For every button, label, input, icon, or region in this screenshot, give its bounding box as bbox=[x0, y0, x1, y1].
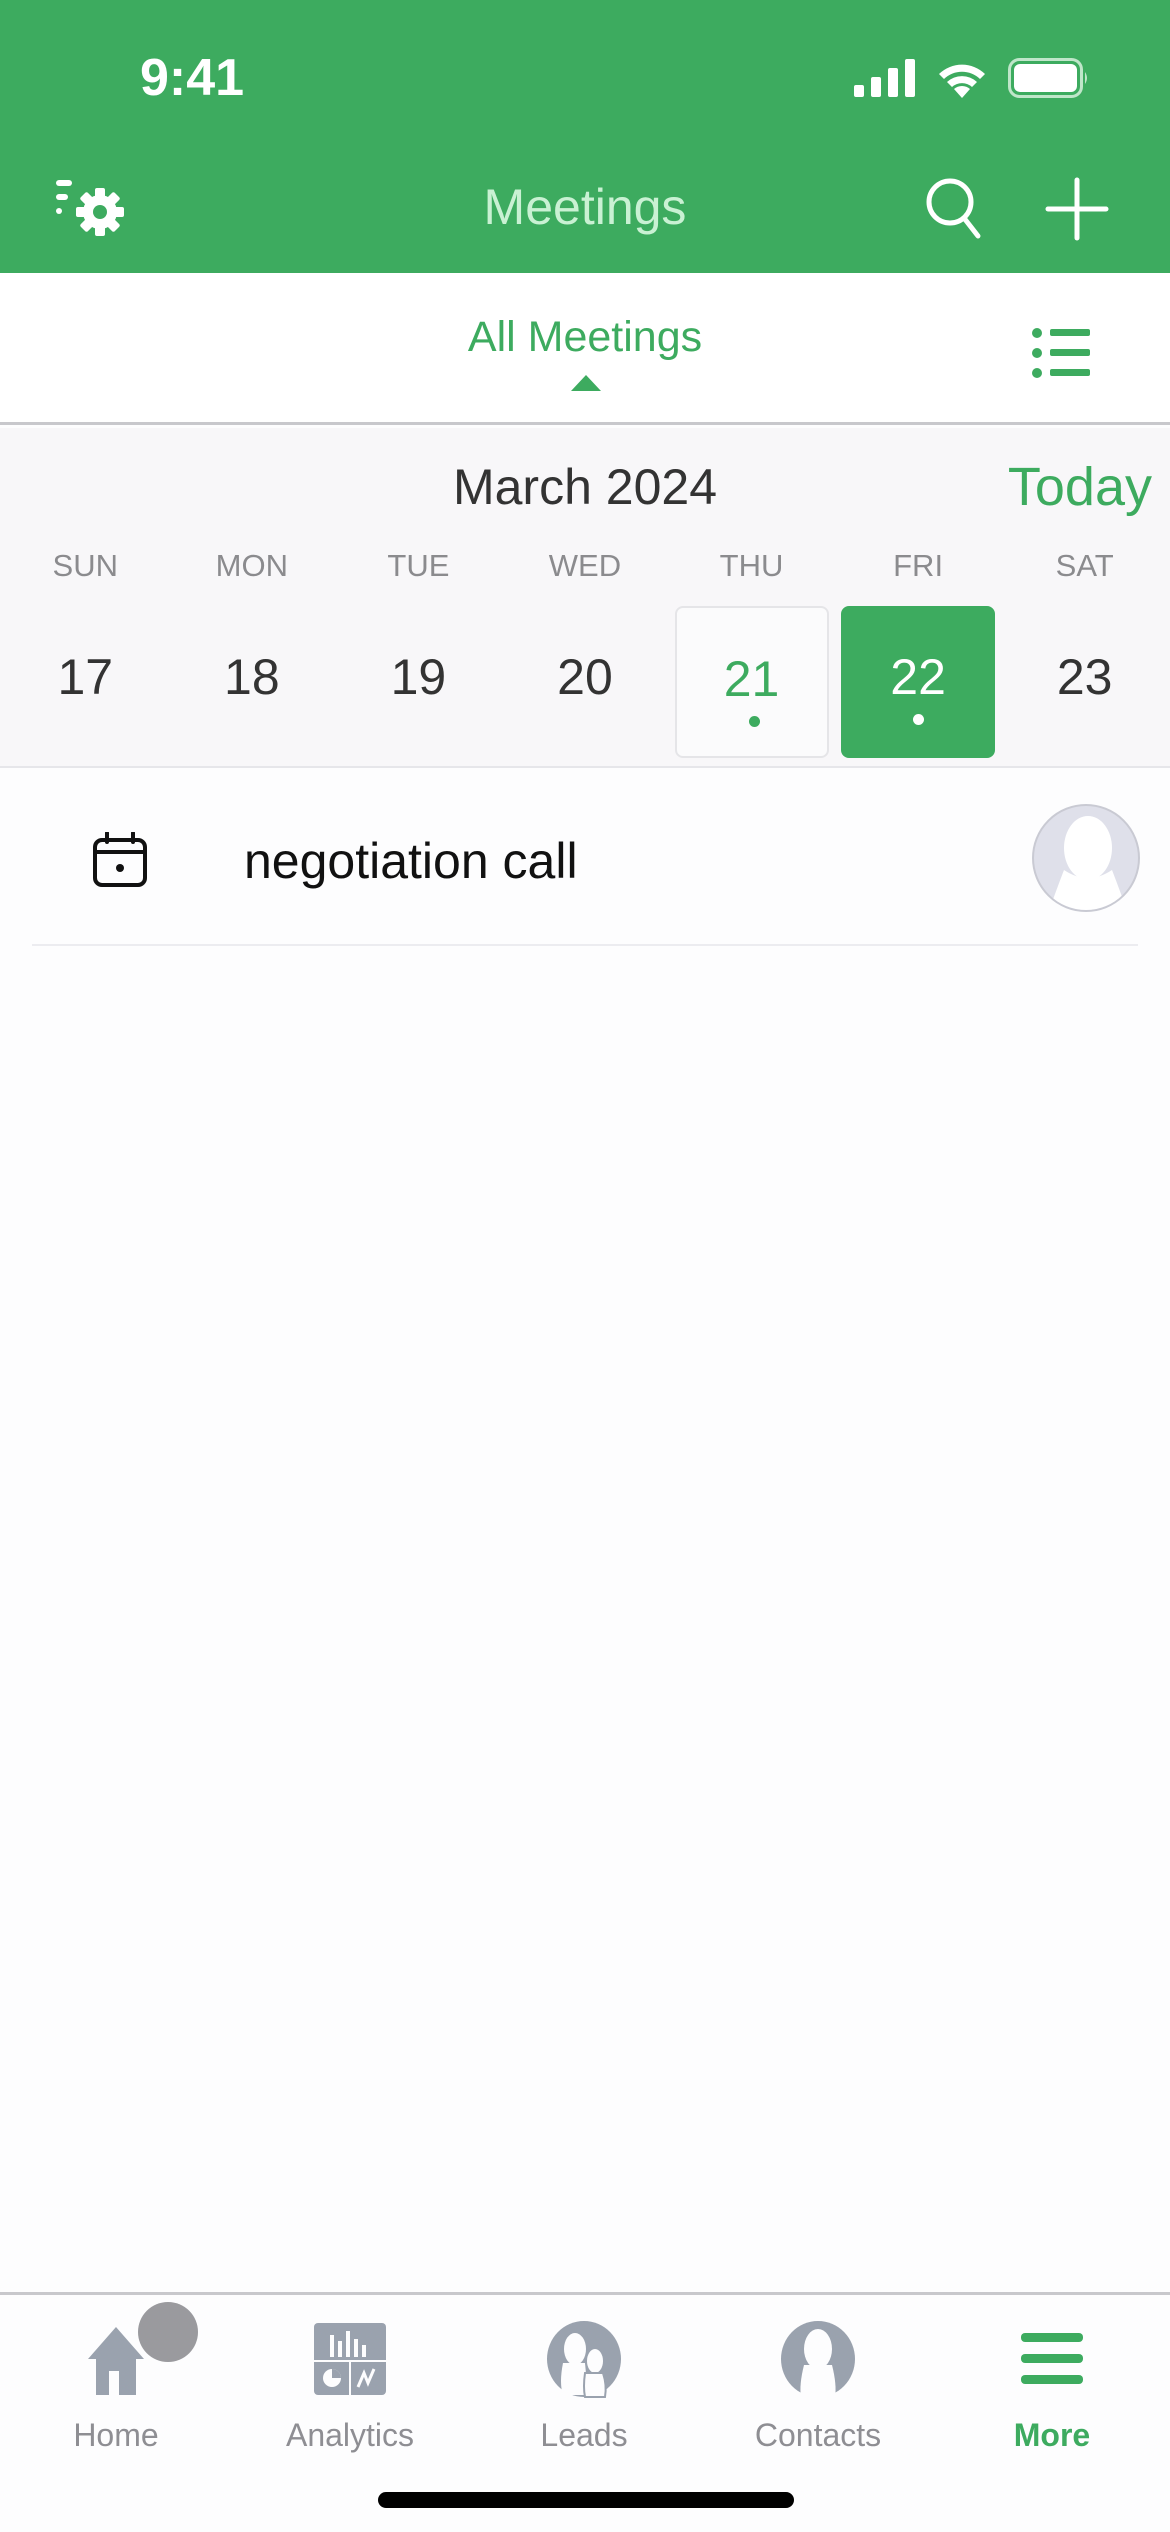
weekday-label: THU bbox=[719, 548, 784, 583]
filter-bar: All Meetings bbox=[0, 273, 1170, 425]
week-calendar: March 2024 Today SUN MON TUE WED THU FRI… bbox=[0, 428, 1170, 768]
day-number: 17 bbox=[57, 649, 114, 705]
day-number: 21 bbox=[723, 651, 780, 707]
wifi-icon bbox=[939, 64, 985, 98]
event-dot bbox=[913, 714, 925, 725]
day-cell[interactable]: 20 bbox=[508, 606, 662, 758]
calendar-icon bbox=[92, 831, 148, 888]
search-button[interactable] bbox=[920, 174, 990, 244]
weekday-header: SUN MON TUE WED THU FRI SAT bbox=[0, 548, 1170, 584]
add-meeting-button[interactable] bbox=[1042, 174, 1112, 244]
today-button[interactable]: Today bbox=[1008, 456, 1152, 518]
tab-leads[interactable]: Leads bbox=[484, 2309, 684, 2454]
day-cell[interactable]: 19 bbox=[341, 606, 495, 758]
leads-icon bbox=[484, 2309, 684, 2409]
weekday-label: TUE bbox=[387, 548, 450, 583]
day-number: 18 bbox=[224, 649, 280, 705]
tab-label: Leads bbox=[540, 2417, 628, 2453]
analytics-icon bbox=[250, 2309, 450, 2409]
cellular-signal-icon bbox=[854, 59, 915, 97]
list-view-toggle[interactable] bbox=[1030, 325, 1094, 381]
weekday-label: MON bbox=[215, 548, 288, 583]
weekday-label: FRI bbox=[893, 548, 944, 583]
meeting-list-item[interactable]: negotiation call bbox=[0, 770, 1170, 946]
tab-label: Contacts bbox=[754, 2417, 882, 2453]
app-header: 9:41 Meetings bbox=[0, 0, 1170, 273]
home-indicator[interactable] bbox=[378, 2492, 794, 2508]
page-title: Meetings bbox=[483, 179, 687, 235]
tab-label: More bbox=[1013, 2417, 1091, 2453]
list-view-icon bbox=[1032, 328, 1090, 378]
touch-indicator bbox=[138, 2302, 198, 2362]
day-cell[interactable]: 17 bbox=[8, 606, 162, 758]
tab-label: Analytics bbox=[285, 2417, 415, 2453]
tab-analytics[interactable]: Analytics bbox=[250, 2309, 450, 2454]
meeting-filter-dropdown[interactable]: All Meetings bbox=[0, 313, 1170, 362]
list-divider bbox=[32, 944, 1138, 946]
day-number: 22 bbox=[890, 649, 946, 705]
day-cell[interactable]: 21 bbox=[674, 606, 829, 758]
battery-icon bbox=[1008, 58, 1087, 98]
add-icon bbox=[1045, 177, 1109, 241]
weekday-label: SAT bbox=[1055, 548, 1114, 583]
status-time: 9:41 bbox=[140, 49, 245, 107]
day-cell[interactable]: 18 bbox=[175, 606, 329, 758]
day-number: 19 bbox=[390, 649, 447, 705]
caret-up-icon bbox=[571, 375, 601, 391]
default-avatar bbox=[1032, 804, 1140, 912]
contacts-icon bbox=[718, 2309, 918, 2409]
menu-icon bbox=[952, 2309, 1152, 2409]
event-dot bbox=[748, 716, 760, 727]
day-row: 17 18 19 20 21 22 23 bbox=[0, 606, 1170, 758]
day-number: 20 bbox=[557, 649, 613, 705]
search-icon bbox=[926, 178, 981, 239]
month-label: March 2024 bbox=[452, 459, 718, 515]
meeting-title: negotiation call bbox=[244, 833, 578, 889]
weekday-label: WED bbox=[548, 548, 622, 583]
day-cell[interactable]: 22 bbox=[841, 606, 996, 758]
day-number: 23 bbox=[1056, 649, 1113, 705]
day-cell[interactable]: 23 bbox=[1008, 606, 1162, 758]
tab-contacts[interactable]: Contacts bbox=[718, 2309, 918, 2454]
tab-more[interactable]: More bbox=[952, 2309, 1152, 2454]
status-icons bbox=[854, 58, 1090, 98]
weekday-label: SUN bbox=[52, 548, 118, 583]
tab-label: Home bbox=[73, 2417, 159, 2453]
